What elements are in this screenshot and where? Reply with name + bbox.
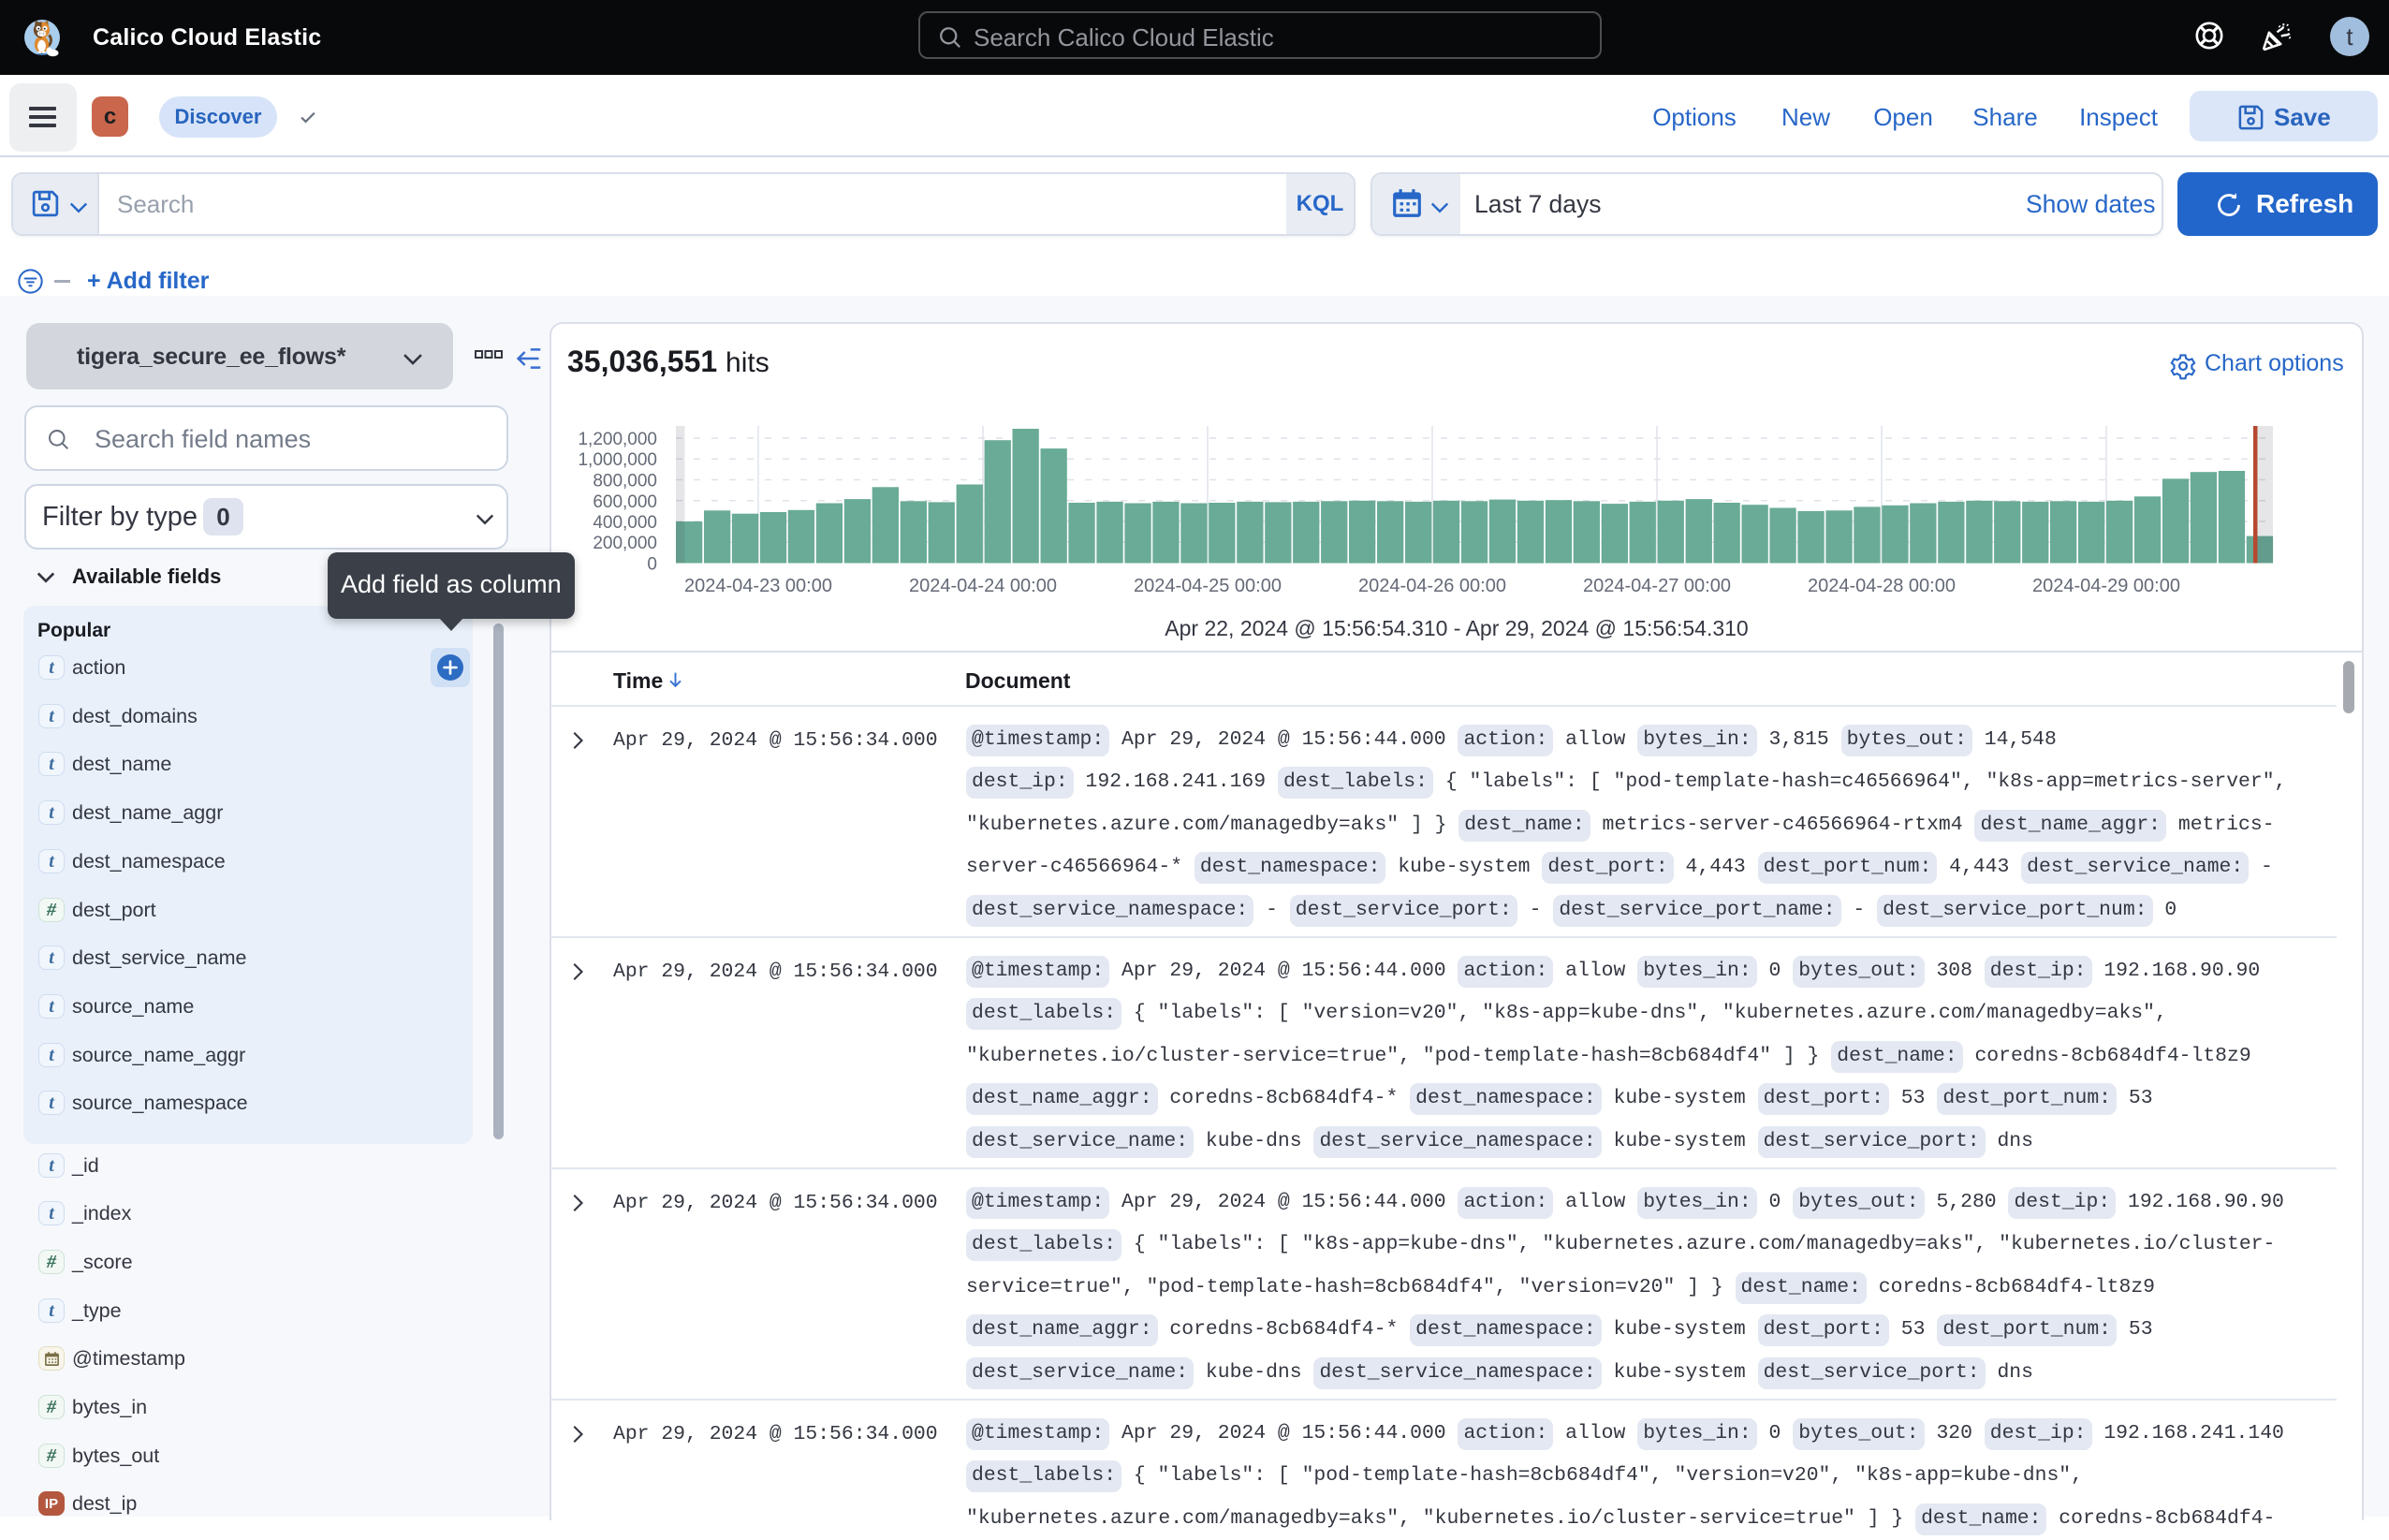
svg-text:2024-04-28 00:00: 2024-04-28 00:00	[1808, 576, 1956, 596]
svg-text:200,000: 200,000	[593, 534, 657, 553]
svg-text:600,000: 600,000	[593, 492, 657, 512]
svg-text:2024-04-24 00:00: 2024-04-24 00:00	[909, 576, 1057, 596]
svg-text:2024-04-26 00:00: 2024-04-26 00:00	[1358, 576, 1506, 596]
svg-text:2024-04-23 00:00: 2024-04-23 00:00	[684, 576, 832, 596]
svg-text:800,000: 800,000	[593, 472, 657, 491]
svg-text:2024-04-27 00:00: 2024-04-27 00:00	[1583, 576, 1731, 596]
svg-text:2024-04-25 00:00: 2024-04-25 00:00	[1134, 576, 1282, 596]
svg-text:0: 0	[647, 555, 657, 575]
svg-text:2024-04-29 00:00: 2024-04-29 00:00	[2032, 576, 2180, 596]
svg-text:1,000,000: 1,000,000	[578, 450, 657, 470]
svg-text:400,000: 400,000	[593, 513, 657, 533]
svg-text:1,200,000: 1,200,000	[578, 430, 657, 449]
